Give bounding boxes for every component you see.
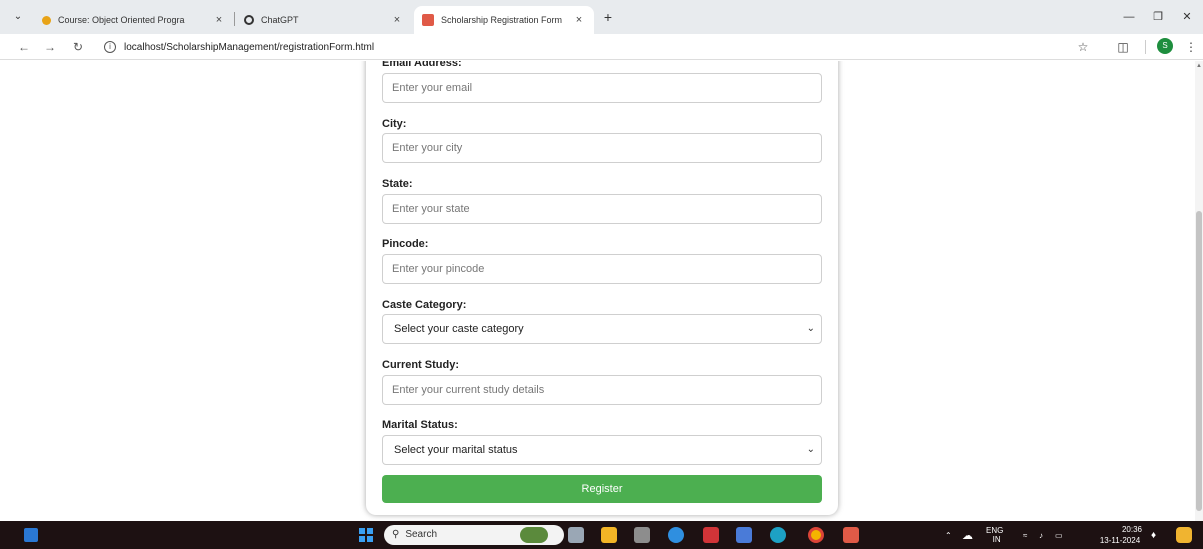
notification-bell-icon[interactable]: ♦ — [1151, 521, 1156, 549]
minimize-icon[interactable]: — — [1121, 9, 1137, 25]
registration-form-card: Email Address: Enter your email City: En… — [366, 61, 838, 515]
tab-title: Course: Object Oriented Progra — [58, 15, 185, 25]
taskbar-clock[interactable]: 20:36 13-11-2024 — [1096, 524, 1144, 546]
current-study-label: Current Study: — [382, 359, 459, 371]
volume-icon[interactable]: ♪ — [1039, 521, 1043, 549]
email-label: Email Address: — [382, 61, 462, 69]
search-icon: ⚲ — [392, 529, 400, 540]
teams-icon[interactable] — [736, 527, 752, 543]
window-close-icon[interactable]: ✕ — [1179, 9, 1195, 25]
wifi-icon[interactable]: ≈ — [1023, 521, 1027, 549]
caste-category-value: Select your caste category — [394, 323, 524, 335]
region-code: IN — [992, 535, 1001, 544]
marital-status-value: Select your marital status — [394, 444, 518, 456]
url-bar[interactable]: i localhost/ScholarshipManagement/regist… — [104, 37, 1144, 57]
mcafee-icon[interactable] — [703, 527, 719, 543]
taskbar-search-label: Search — [405, 529, 438, 540]
forward-arrow-icon[interactable]: → — [42, 39, 58, 55]
toolbar-divider — [1145, 40, 1146, 54]
city-label: City: — [382, 118, 407, 130]
chatgpt-favicon-icon — [244, 15, 254, 25]
tab-close-icon[interactable]: × — [390, 14, 404, 26]
weather-widget-icon[interactable] — [520, 527, 548, 543]
scholarship-favicon-icon — [422, 14, 434, 26]
marital-status-label: Marital Status: — [382, 419, 458, 431]
tab-course[interactable]: Course: Object Oriented Progra × — [34, 6, 234, 34]
page-viewport: Email Address: Enter your email City: En… — [0, 61, 1203, 521]
clock-time: 20:36 — [1121, 525, 1142, 534]
caste-category-select[interactable]: Select your caste category ⌄ — [382, 314, 822, 344]
scroll-thumb[interactable] — [1196, 211, 1202, 511]
onedrive-icon[interactable]: ☁ — [962, 521, 973, 549]
tab-strip: ⌄ Course: Object Oriented Progra × ChatG… — [0, 0, 1203, 34]
xampp-icon[interactable] — [843, 527, 859, 543]
bookmark-star-icon[interactable]: ☆ — [1075, 39, 1091, 55]
tab-title: Scholarship Registration Form — [441, 15, 563, 25]
site-info-icon[interactable]: i — [104, 41, 116, 53]
tray-chevron-up-icon[interactable]: ⌃ — [945, 521, 952, 549]
back-arrow-icon[interactable]: ← — [16, 39, 32, 55]
restore-icon[interactable]: ❐ — [1150, 9, 1166, 25]
extensions-puzzle-icon[interactable]: ◫ — [1115, 39, 1131, 55]
battery-icon[interactable]: ▭ — [1055, 521, 1063, 549]
store-icon[interactable] — [634, 527, 650, 543]
language-indicator[interactable]: ENG IN — [986, 521, 1003, 549]
page-scrollbar[interactable]: ▲ — [1195, 61, 1203, 521]
address-toolbar: ← → ↻ i localhost/ScholarshipManagement/… — [0, 34, 1203, 60]
language-code: ENG — [986, 526, 1004, 535]
pincode-field[interactable]: Enter your pincode — [382, 254, 822, 284]
course-favicon-icon — [42, 15, 51, 25]
tab-close-icon[interactable]: × — [212, 14, 226, 26]
reload-icon[interactable]: ↻ — [70, 39, 86, 55]
state-field[interactable]: Enter your state — [382, 194, 822, 224]
city-field[interactable]: Enter your city — [382, 133, 822, 163]
file-explorer-icon[interactable] — [601, 527, 617, 543]
url-text: localhost/ScholarshipManagement/registra… — [124, 41, 375, 53]
pincode-label: Pincode: — [382, 238, 429, 250]
email-field[interactable]: Enter your email — [382, 73, 822, 103]
tab-search-chevron-icon[interactable]: ⌄ — [10, 9, 26, 25]
tab-close-icon[interactable]: × — [572, 14, 586, 26]
state-label: State: — [382, 178, 413, 190]
clock-date: 13-11-2024 — [1099, 536, 1141, 545]
edge-canary-icon[interactable] — [668, 527, 684, 543]
edge-icon[interactable] — [770, 527, 786, 543]
kebab-menu-icon[interactable]: ⋮ — [1183, 39, 1199, 55]
new-tab-icon[interactable]: + — [600, 9, 616, 25]
tab-separator — [234, 12, 235, 26]
chrome-icon[interactable] — [808, 527, 824, 543]
scroll-up-arrow-icon[interactable]: ▲ — [1196, 63, 1202, 69]
tab-title: ChatGPT — [261, 15, 299, 25]
chevron-down-icon: ⌄ — [806, 444, 815, 455]
tab-scholarship-form[interactable]: Scholarship Registration Form × — [414, 6, 594, 34]
windows-start-icon[interactable] — [359, 528, 373, 542]
profile-avatar[interactable]: S — [1157, 38, 1173, 54]
copilot-icon[interactable] — [1176, 527, 1192, 543]
caste-category-label: Caste Category: — [382, 299, 467, 311]
widgets-icon[interactable] — [24, 528, 38, 542]
task-view-icon[interactable] — [568, 527, 584, 543]
windows-taskbar: ⚲ Search ⌃ ☁ ENG IN ≈ ♪ ▭ 20:36 13-11-202… — [0, 521, 1203, 549]
tab-chatgpt[interactable]: ChatGPT × — [236, 6, 412, 34]
current-study-field[interactable]: Enter your current study details — [382, 375, 822, 405]
chevron-down-icon: ⌄ — [806, 323, 815, 334]
register-button[interactable]: Register — [382, 475, 822, 503]
marital-status-select[interactable]: Select your marital status ⌄ — [382, 435, 822, 465]
